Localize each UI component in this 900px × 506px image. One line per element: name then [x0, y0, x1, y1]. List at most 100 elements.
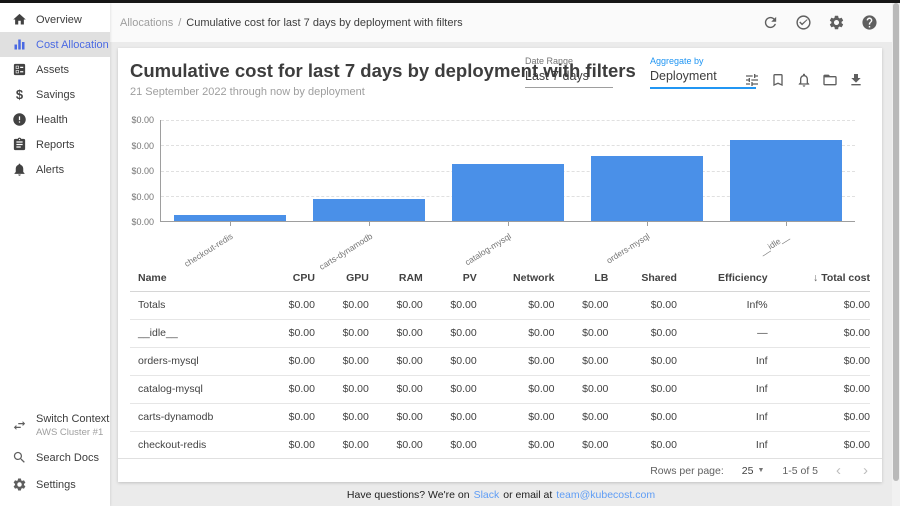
date-range-field[interactable]: Date Range Last 7 days	[525, 56, 613, 88]
sidebar-item-assets[interactable]: Assets	[0, 57, 110, 82]
table-cell: $0.00	[477, 403, 555, 431]
next-page-button[interactable]: ›	[863, 463, 868, 478]
column-header-efficiency[interactable]: Efficiency	[677, 265, 768, 291]
column-header-name[interactable]: Name	[130, 265, 261, 291]
x-axis-tick	[508, 222, 509, 226]
footer-text: Have questions? We're on	[347, 489, 470, 501]
column-header-lb[interactable]: LB	[554, 265, 608, 291]
settings-button[interactable]: Settings	[0, 471, 110, 498]
table-cell: $0.00	[423, 319, 477, 347]
allocation-row-orders-mysql[interactable]: orders-mysql$0.00$0.00$0.00$0.00$0.00$0.…	[130, 347, 870, 375]
bar-orders-mysql	[591, 156, 703, 221]
search-docs-button[interactable]: Search Docs	[0, 444, 110, 471]
column-header-ram[interactable]: RAM	[369, 265, 423, 291]
bar-carts-dynamodb	[313, 199, 425, 221]
bookmark-icon[interactable]	[770, 72, 786, 88]
table-cell: $0.00	[554, 375, 608, 403]
table-cell: $0.00	[554, 291, 608, 319]
table-cell: $0.00	[554, 403, 608, 431]
sidebar-item-reports[interactable]: Reports	[0, 132, 110, 157]
table-cell: $0.00	[608, 291, 677, 319]
sidebar-item-savings[interactable]: $ Savings	[0, 82, 110, 107]
reports-icon	[12, 137, 27, 152]
column-header-cpu[interactable]: CPU	[261, 265, 315, 291]
topbar: Allocations / Cumulative cost for last 7…	[110, 3, 892, 42]
help-icon[interactable]	[861, 14, 878, 31]
check-circle-icon[interactable]	[795, 14, 812, 31]
table-cell: $0.00	[315, 403, 369, 431]
allocation-row-__idle__[interactable]: __idle__$0.00$0.00$0.00$0.00$0.00$0.00$0…	[130, 319, 870, 347]
tune-icon[interactable]	[744, 72, 760, 88]
bell-icon[interactable]	[796, 72, 812, 88]
bell-icon	[12, 162, 27, 177]
y-axis-tick-label: $0.00	[118, 115, 154, 125]
table-cell: $0.00	[315, 319, 369, 347]
breadcrumb-allocations-link[interactable]: Allocations	[120, 17, 173, 29]
column-header-network[interactable]: Network	[477, 265, 555, 291]
pagination-range: 1-5 of 5	[782, 465, 818, 477]
table-cell: __idle__	[130, 319, 261, 347]
table-cell: $0.00	[477, 347, 555, 375]
x-axis-category-label: __idle__	[758, 231, 791, 257]
totals-row: Totals$0.00$0.00$0.00$0.00$0.00$0.00$0.0…	[130, 291, 870, 319]
table-cell: Inf	[677, 347, 768, 375]
table-cell: $0.00	[768, 375, 870, 403]
email-link[interactable]: team@kubecost.com	[556, 489, 655, 501]
table-cell: Inf	[677, 403, 768, 431]
x-axis-tick	[230, 222, 231, 226]
x-axis-category-label: orders-mysql	[605, 231, 652, 266]
x-axis-tick	[647, 222, 648, 226]
rows-per-page-select[interactable]: 25 ▼	[742, 465, 765, 477]
rows-per-page-value: 25	[742, 465, 754, 477]
switch-context-button[interactable]: Switch Context AWS Cluster #1	[0, 407, 110, 444]
sidebar-item-health[interactable]: Health	[0, 107, 110, 132]
aggregate-by-label: Aggregate by	[650, 56, 756, 66]
switch-context-label: Switch Context	[36, 413, 109, 425]
table-cell: $0.00	[315, 291, 369, 319]
sort-descending-icon: ↓	[813, 272, 818, 284]
table-cell: $0.00	[554, 319, 608, 347]
table-cell: $0.00	[608, 403, 677, 431]
date-range-value[interactable]: Last 7 days	[525, 69, 613, 88]
allocation-row-carts-dynamodb[interactable]: carts-dynamodb$0.00$0.00$0.00$0.00$0.00$…	[130, 403, 870, 431]
column-header-total-cost[interactable]: ↓Total cost	[768, 265, 870, 291]
table-pagination: Rows per page: 25 ▼ 1-5 of 5 ‹ ›	[118, 458, 882, 482]
chevron-down-icon: ▼	[757, 467, 764, 474]
table-cell: $0.00	[477, 319, 555, 347]
table-cell: $0.00	[315, 431, 369, 459]
column-header-shared[interactable]: Shared	[608, 265, 677, 291]
scrollbar-thumb[interactable]	[893, 3, 899, 481]
sidebar-item-overview[interactable]: Overview	[0, 7, 110, 32]
column-header-gpu[interactable]: GPU	[315, 265, 369, 291]
table-cell: Inf	[677, 431, 768, 459]
previous-page-button[interactable]: ‹	[836, 463, 841, 478]
table-cell: $0.00	[261, 291, 315, 319]
slack-link[interactable]: Slack	[474, 489, 500, 501]
refresh-icon[interactable]	[762, 14, 779, 31]
table-cell: $0.00	[768, 319, 870, 347]
bar-catalog-mysql	[452, 164, 564, 221]
y-axis-tick-label: $0.00	[118, 141, 154, 151]
table-cell: $0.00	[768, 347, 870, 375]
sidebar-item-alerts[interactable]: Alerts	[0, 157, 110, 182]
table-cell: $0.00	[423, 431, 477, 459]
bar-chart-icon	[12, 37, 27, 52]
folder-icon[interactable]	[822, 72, 838, 88]
allocation-row-catalog-mysql[interactable]: catalog-mysql$0.00$0.00$0.00$0.00$0.00$0…	[130, 375, 870, 403]
support-footer: Have questions? We're on Slack or email …	[110, 484, 892, 506]
table-cell: $0.00	[477, 431, 555, 459]
breadcrumb-separator: /	[178, 17, 181, 29]
table-cell: $0.00	[315, 375, 369, 403]
gear-icon[interactable]	[828, 14, 845, 31]
download-icon[interactable]	[848, 72, 864, 88]
aggregate-by-value[interactable]: Deployment	[650, 69, 756, 89]
table-cell: $0.00	[768, 291, 870, 319]
breadcrumb-page-title: Cumulative cost for last 7 days by deplo…	[186, 17, 462, 29]
x-axis-category-label: catalog-mysql	[463, 231, 513, 267]
allocation-row-checkout-redis[interactable]: checkout-redis$0.00$0.00$0.00$0.00$0.00$…	[130, 431, 870, 459]
table-cell: $0.00	[369, 375, 423, 403]
sidebar-item-cost-allocation[interactable]: Cost Allocation	[0, 32, 110, 57]
aggregate-by-field[interactable]: Aggregate by Deployment	[650, 56, 756, 89]
column-header-pv[interactable]: PV	[423, 265, 477, 291]
search-icon	[12, 450, 27, 465]
